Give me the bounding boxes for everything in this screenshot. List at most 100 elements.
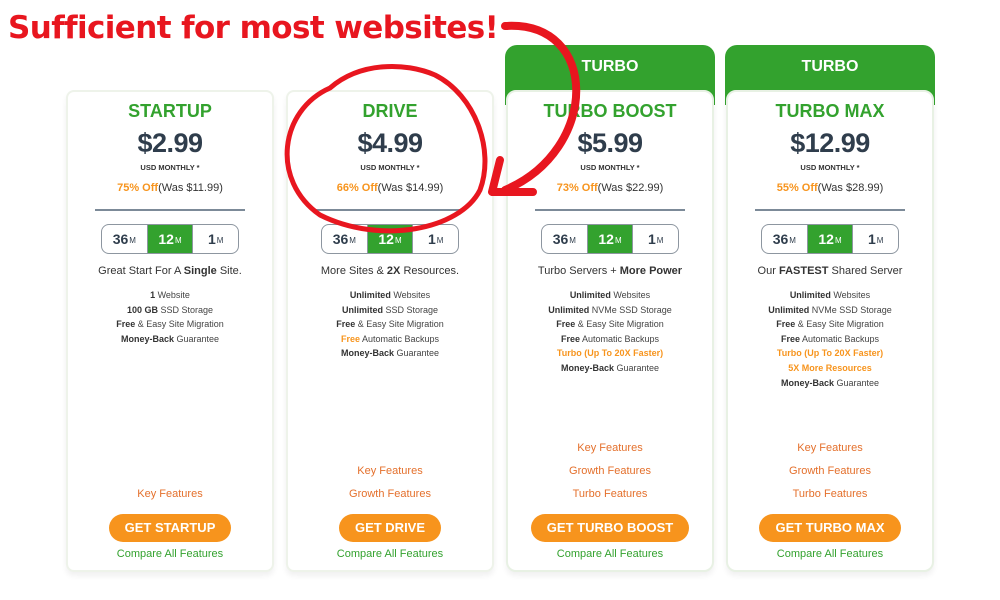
plan-price: $2.99 <box>137 128 203 158</box>
tagline-text: Site. <box>216 265 242 277</box>
compare-all-features-link[interactable]: Compare All Features <box>728 548 932 560</box>
term-option-1m[interactable]: 1M <box>412 225 458 253</box>
term-unit: M <box>129 235 136 245</box>
term-unit: M <box>216 235 224 245</box>
card-footer: Key Features Growth Features Turbo Feature… <box>508 437 712 560</box>
feature-link-key-features[interactable]: Key Features <box>728 437 932 460</box>
feature-link-key-features[interactable]: Key Features <box>288 460 492 483</box>
term-selector: 36 M 12 M 1 M <box>761 224 899 254</box>
feature-item: Free & Easy Site Migration <box>288 317 492 332</box>
billing-period: USD MONTHLY * <box>800 163 860 172</box>
feature-bold: Money-Back <box>780 377 834 388</box>
feature-link-growth-features[interactable]: Growth Features <box>508 460 712 483</box>
term-option-36m[interactable]: 36 M <box>322 225 367 253</box>
feature-text: Guarantee <box>393 348 440 359</box>
get-plan-button[interactable]: GET STARTUP <box>108 514 232 542</box>
discount-info: 55% Off(Was $28.99) <box>728 181 932 195</box>
feature-link-key-features[interactable]: Key Features <box>68 483 272 506</box>
get-plan-button[interactable]: GET TURBO BOOST <box>530 514 690 542</box>
plan-price: $4.99 <box>357 128 423 158</box>
feature-list: Unlimited Websites Unlimited SSD Storage F… <box>288 288 492 361</box>
compare-all-features-link[interactable]: Compare All Features <box>508 548 712 560</box>
term-value: 12 <box>158 231 174 247</box>
term-value: 12 <box>598 231 614 247</box>
feature-bold: 100 GB <box>126 304 158 315</box>
feature-text: SSD Storage <box>382 304 439 315</box>
discount-percent: 73% Off <box>556 182 598 194</box>
feature-item: Money-Back Guarantee <box>508 361 712 376</box>
term-option-1m[interactable]: 1M <box>852 225 898 253</box>
feature-item: Turbo (Up To 20X Faster) <box>728 346 932 361</box>
compare-all-features-link[interactable]: Compare All Features <box>68 548 272 560</box>
discount-info: 75% Off(Was $11.99) <box>68 181 272 195</box>
feature-item: Free & Easy Site Migration <box>508 317 712 332</box>
feature-bold: Free <box>340 333 360 344</box>
feature-text: & Easy Site Migration <box>795 319 884 330</box>
tagline-text: More Sites & <box>320 265 387 277</box>
feature-text: Guarantee <box>173 333 220 344</box>
term-value: 1 <box>207 231 216 247</box>
plan-tagline: Our FASTEST Shared Server <box>728 264 932 278</box>
feature-bold: Free <box>776 319 796 330</box>
discount-info: 73% Off(Was $22.99) <box>508 181 712 195</box>
feature-bold: 5X More Resources <box>788 362 872 373</box>
feature-bold: Free <box>780 333 800 344</box>
billing-period: USD MONTHLY * <box>140 163 200 172</box>
feature-text: Automatic Backups <box>359 333 440 344</box>
feature-item: Unlimited Websites <box>728 288 932 303</box>
feature-text: Websites <box>390 290 431 300</box>
feature-item: Unlimited NVMe SSD Storage <box>728 303 932 318</box>
term-unit: M <box>614 235 622 245</box>
feature-text: Guarantee <box>833 377 880 388</box>
feature-text: SSD Storage <box>158 304 214 315</box>
feature-text: NVMe SSD Storage <box>589 304 672 315</box>
term-selector: 36 M 12 M 1 M <box>101 224 239 254</box>
term-option-12m[interactable]: 12 M <box>366 225 413 253</box>
tagline-text: Great Start For A <box>98 265 184 277</box>
feature-bold: Turbo (Up To 20X Faster) <box>776 348 884 359</box>
tagline-text: Turbo Servers + <box>537 265 620 277</box>
feature-link-key-features[interactable]: Key Features <box>508 437 712 460</box>
discount-percent: 55% Off <box>776 182 818 194</box>
term-option-1m[interactable]: 1M <box>632 225 678 253</box>
feature-bold: Free <box>556 319 576 330</box>
feature-text: Guarantee <box>613 362 660 373</box>
feature-bold: Money-Back <box>560 362 614 373</box>
term-option-36m[interactable]: 36 M <box>102 225 147 253</box>
plan-card-turbo-boost: TURBO BOOST $5.99 USD MONTHLY * 73% Off(… <box>506 90 714 572</box>
divider <box>755 209 905 211</box>
feature-list: Unlimited Websites Unlimited NVMe SSD Sto… <box>728 288 932 390</box>
term-option-12m[interactable]: 12 M <box>586 225 633 253</box>
feature-bold: Unlimited <box>341 304 383 315</box>
original-price: (Was $14.99) <box>377 182 444 194</box>
term-option-36m[interactable]: 36 M <box>762 225 807 253</box>
feature-item: Free & Easy Site Migration <box>68 317 272 332</box>
feature-item: Unlimited NVMe SSD Storage <box>508 303 712 318</box>
feature-bold: Unlimited <box>548 304 590 315</box>
discount-info: 66% Off(Was $14.99) <box>288 181 492 195</box>
term-option-1m[interactable]: 1M <box>192 225 238 253</box>
billing-period: USD MONTHLY * <box>580 163 640 172</box>
term-value: 1 <box>867 231 876 247</box>
feature-link-growth-features[interactable]: Growth Features <box>288 483 492 506</box>
original-price: (Was $11.99) <box>158 182 223 194</box>
feature-bold: Unlimited <box>349 290 391 300</box>
term-option-36m[interactable]: 36 M <box>542 225 587 253</box>
get-plan-button[interactable]: GET DRIVE <box>338 514 442 542</box>
tagline-text: Resources. <box>400 265 460 277</box>
feature-link-turbo-features[interactable]: Turbo Features <box>728 483 932 506</box>
term-option-12m[interactable]: 12 M <box>806 225 853 253</box>
feature-link-turbo-features[interactable]: Turbo Features <box>508 483 712 506</box>
term-option-12m[interactable]: 12 M <box>146 225 193 253</box>
tagline-text: Our <box>757 265 779 277</box>
feature-bold: Free <box>336 319 356 330</box>
get-plan-button[interactable]: GET TURBO MAX <box>759 514 901 542</box>
feature-item: 100 GB SSD Storage <box>68 303 272 318</box>
feature-list: Unlimited Websites Unlimited NVMe SSD Sto… <box>508 288 712 376</box>
feature-link-growth-features[interactable]: Growth Features <box>728 460 932 483</box>
term-unit: M <box>789 235 796 245</box>
feature-bold: Turbo (Up To 20X Faster) <box>556 348 664 359</box>
feature-text: & Easy Site Migration <box>135 319 224 330</box>
compare-all-features-link[interactable]: Compare All Features <box>288 548 492 560</box>
feature-text: & Easy Site Migration <box>355 319 444 330</box>
